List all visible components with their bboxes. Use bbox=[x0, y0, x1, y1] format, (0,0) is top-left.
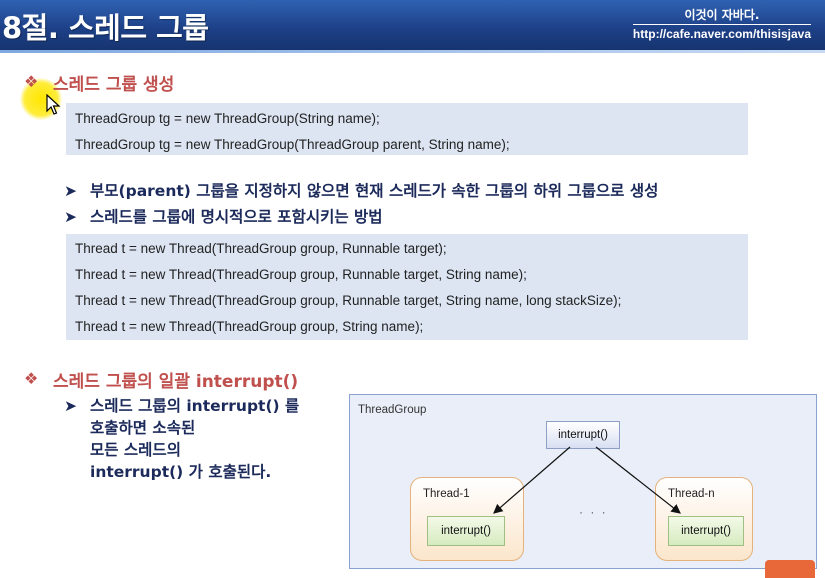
point-text: 스레드를 그룹에 명시적으로 포함시키는 방법 bbox=[90, 208, 383, 226]
code-line: ThreadGroup tg = new ThreadGroup(ThreadG… bbox=[75, 137, 510, 152]
desc-line: 모든 스레드의 bbox=[90, 441, 181, 459]
arrow-right-icon: ➤ bbox=[64, 182, 77, 200]
brand-name: 이것이 자바다. bbox=[684, 8, 760, 22]
section-title-interrupt: 스레드 그룹의 일괄 interrupt() bbox=[53, 372, 299, 392]
code-line: ThreadGroup tg = new ThreadGroup(String … bbox=[75, 111, 380, 126]
point-item: ➤ 스레드를 그룹에 명시적으로 포함시키는 방법 bbox=[64, 205, 383, 227]
code-line: Thread t = new Thread(ThreadGroup group,… bbox=[75, 293, 622, 308]
threadgroup-diagram: ThreadGroup interrupt() Thread-1 interru… bbox=[349, 394, 817, 569]
brand-block: 이것이 자바다. http://cafe.naver.com/thisisjav… bbox=[632, 7, 811, 43]
diamond-bullet-icon: ❖ bbox=[24, 72, 39, 91]
interrupt-description: ➤ 스레드 그룹의 interrupt() 를 호출하면 소속된 모든 스레드의 … bbox=[64, 395, 299, 483]
slide-title: 8절. 스레드 그룹 bbox=[2, 11, 209, 45]
point-item: ➤ 부모(parent) 그룹을 지정하지 않으면 현재 스레드가 속한 그룹의 … bbox=[64, 179, 658, 201]
code-box-thread: Thread t = new Thread(ThreadGroup group,… bbox=[66, 234, 748, 340]
arrow-right-icon: ➤ bbox=[64, 397, 77, 415]
code-box-threadgroup: ThreadGroup tg = new ThreadGroup(String … bbox=[66, 103, 748, 155]
code-line: Thread t = new Thread(ThreadGroup group,… bbox=[75, 241, 447, 256]
diamond-bullet-icon: ❖ bbox=[24, 369, 39, 388]
desc-line: 스레드 그룹의 interrupt() 를 bbox=[90, 397, 300, 415]
section-title-create: 스레드 그룹 생성 bbox=[53, 75, 175, 95]
code-line: Thread t = new Thread(ThreadGroup group,… bbox=[75, 319, 424, 334]
header-divider bbox=[0, 50, 825, 53]
corner-logo bbox=[765, 560, 815, 578]
point-text: 부모(parent) 그룹을 지정하지 않으면 현재 스레드가 속한 그룹의 하… bbox=[90, 182, 659, 200]
code-line: Thread t = new Thread(ThreadGroup group,… bbox=[75, 267, 527, 282]
mouse-cursor-icon bbox=[46, 94, 61, 115]
desc-line: interrupt() 가 호출된다. bbox=[90, 463, 272, 481]
slide-header: 8절. 스레드 그룹 이것이 자바다. http://cafe.naver.co… bbox=[0, 0, 825, 50]
arrow-to-thread-1 bbox=[493, 446, 571, 514]
brand-url: http://cafe.naver.com/thisisjava bbox=[632, 24, 811, 43]
arrow-to-thread-n bbox=[595, 446, 681, 514]
diagram-arrows bbox=[493, 446, 681, 514]
arrow-right-icon: ➤ bbox=[64, 208, 77, 226]
desc-line: 호출하면 소속된 bbox=[90, 419, 196, 437]
